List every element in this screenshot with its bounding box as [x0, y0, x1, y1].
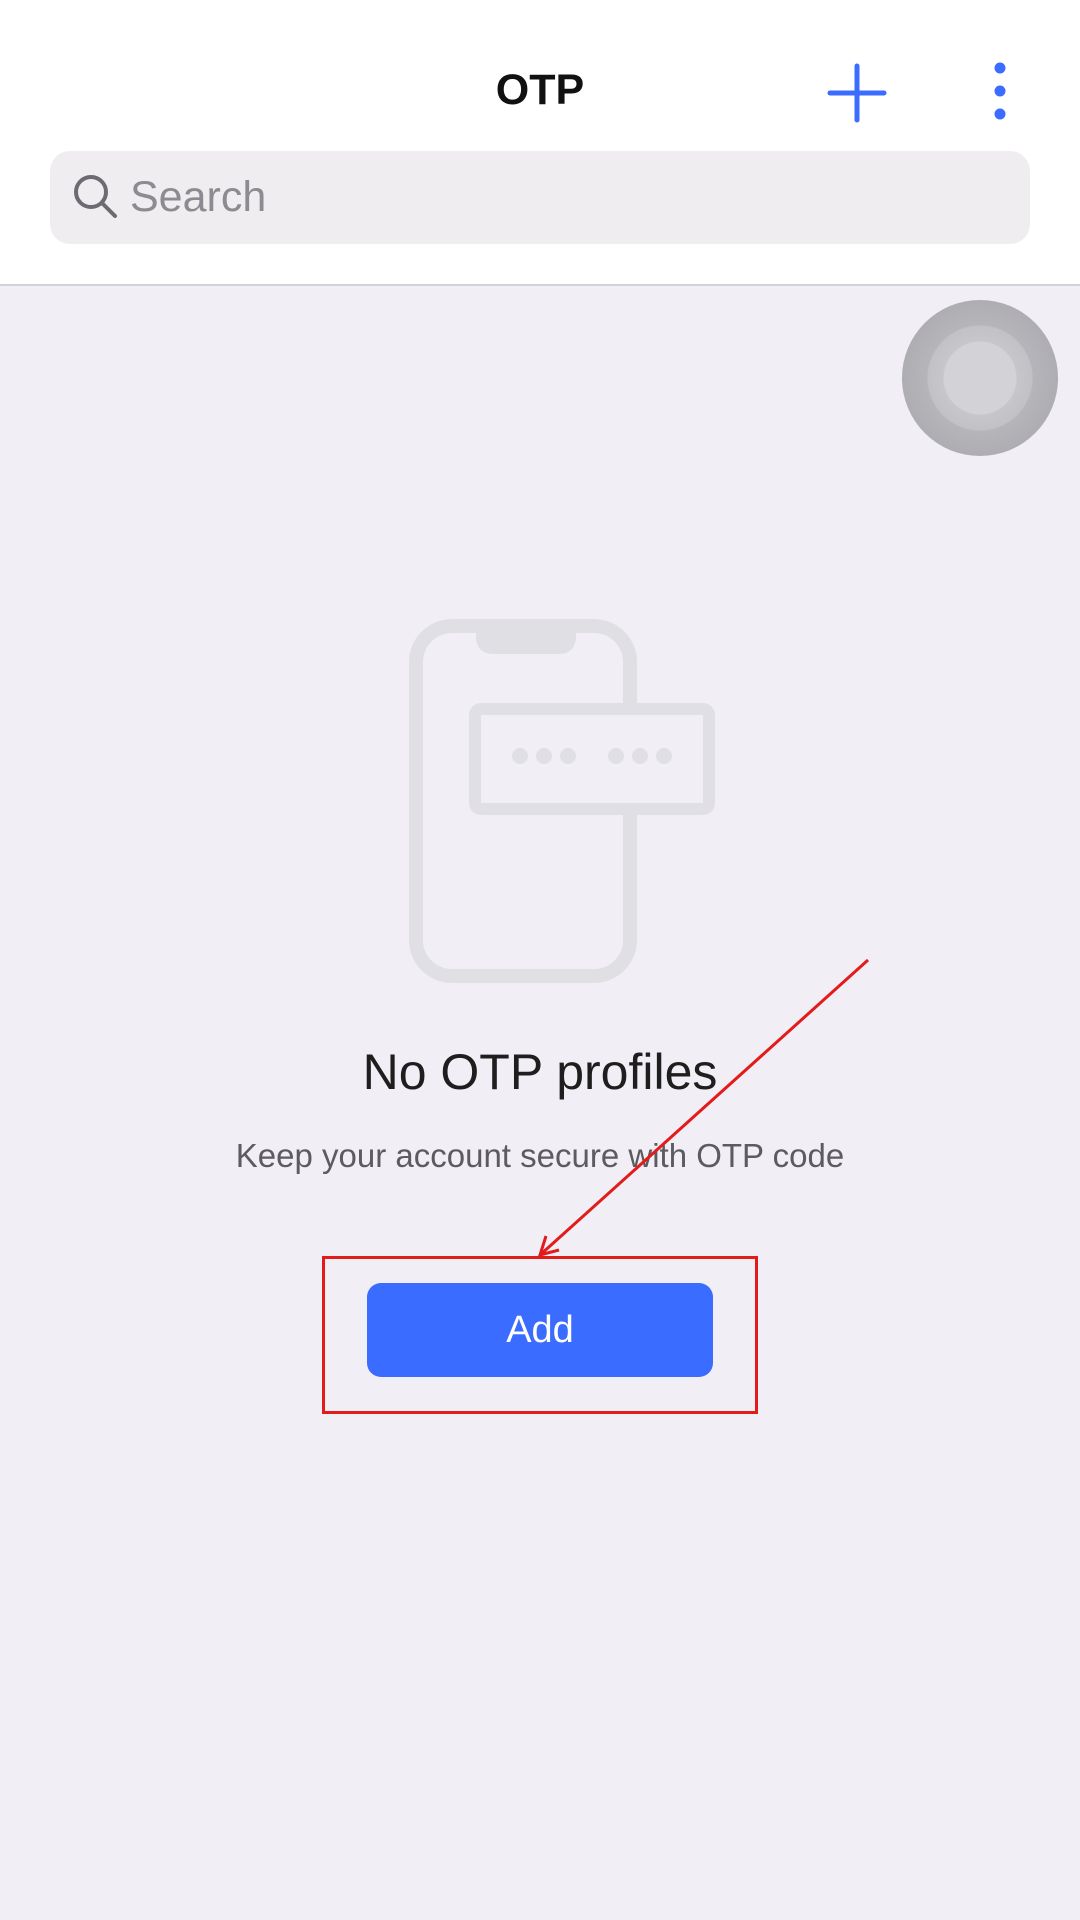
- search-icon: [74, 175, 117, 218]
- plus-icon: [827, 63, 887, 123]
- app-header: OTP: [0, 0, 1080, 286]
- vertical-ellipsis-icon: [994, 62, 1006, 120]
- empty-state-title: No OTP profiles: [362, 1044, 718, 1100]
- empty-state-subtitle: Keep your account secure with OTP code: [235, 1137, 845, 1174]
- search-bar[interactable]: [50, 151, 1030, 244]
- add-button[interactable]: Add: [367, 1283, 713, 1377]
- floating-assistive-button[interactable]: [902, 300, 1058, 456]
- page-title: OTP: [495, 66, 585, 114]
- add-otp-button[interactable]: [826, 62, 888, 124]
- search-input[interactable]: [130, 151, 1010, 244]
- phone-otp-illustration: [409, 619, 715, 983]
- more-options-button[interactable]: [978, 58, 1022, 124]
